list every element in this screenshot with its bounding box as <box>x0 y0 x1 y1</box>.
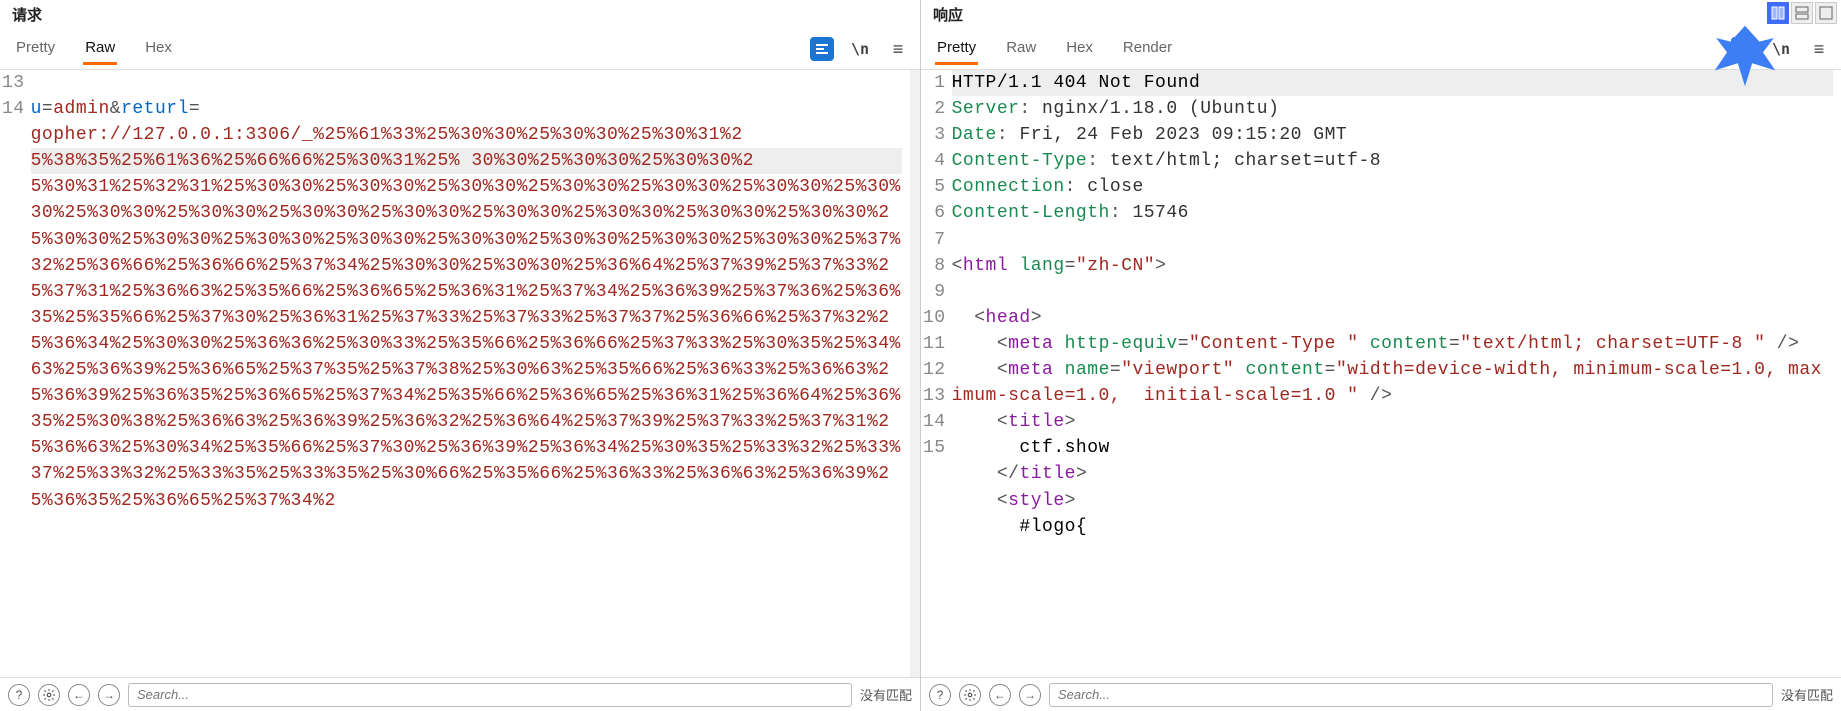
help-icon[interactable]: ? <box>929 684 951 706</box>
request-search-input[interactable] <box>128 683 852 707</box>
tab-pretty[interactable]: Pretty <box>935 33 978 65</box>
search-prev-icon[interactable]: ← <box>68 684 90 706</box>
stack-view-button[interactable] <box>1791 2 1813 24</box>
response-search-bar: ? ← → 没有匹配 <box>921 677 1841 711</box>
beautify-icon[interactable] <box>810 37 834 61</box>
response-title: 响应 <box>933 4 963 25</box>
search-prev-icon[interactable]: ← <box>989 684 1011 706</box>
request-panel: 请求 Pretty Raw Hex \n ≡ 1314 u=admin&retu… <box>0 0 921 711</box>
tab-raw[interactable]: Raw <box>83 33 117 65</box>
tab-hex[interactable]: Hex <box>1064 33 1095 65</box>
response-tabs: Pretty Raw Hex Render <box>929 29 1180 69</box>
single-view-button[interactable] <box>1815 2 1837 24</box>
response-panel: 响应 Pretty Raw Hex Render \n ≡ 1234567891… <box>921 0 1841 711</box>
search-next-icon[interactable]: → <box>98 684 120 706</box>
tab-hex[interactable]: Hex <box>143 33 174 65</box>
request-search-bar: ? ← → 没有匹配 <box>0 677 920 711</box>
search-next-icon[interactable]: → <box>1019 684 1041 706</box>
request-nomatch-label: 没有匹配 <box>860 685 912 704</box>
options-icon[interactable]: ≡ <box>886 37 910 61</box>
scrollbar[interactable] <box>910 70 920 677</box>
wrap-toggle-icon[interactable]: \n <box>848 37 872 61</box>
request-tabs: Pretty Raw Hex <box>8 29 180 69</box>
response-nomatch-label: 没有匹配 <box>1781 685 1833 704</box>
request-title: 请求 <box>12 4 42 25</box>
options-icon[interactable]: ≡ <box>1807 37 1831 61</box>
response-search-input[interactable] <box>1049 683 1773 707</box>
response-editor[interactable]: 123456789101112131415 HTTP/1.1 404 Not F… <box>921 70 1841 677</box>
settings-icon[interactable] <box>959 684 981 706</box>
bird-logo-icon <box>1709 20 1781 95</box>
tab-pretty[interactable]: Pretty <box>14 33 57 65</box>
settings-icon[interactable] <box>38 684 60 706</box>
tab-render[interactable]: Render <box>1121 33 1174 65</box>
tab-raw[interactable]: Raw <box>1004 33 1038 65</box>
request-editor[interactable]: 1314 u=admin&returl= gopher://127.0.0.1:… <box>0 70 920 677</box>
help-icon[interactable]: ? <box>8 684 30 706</box>
